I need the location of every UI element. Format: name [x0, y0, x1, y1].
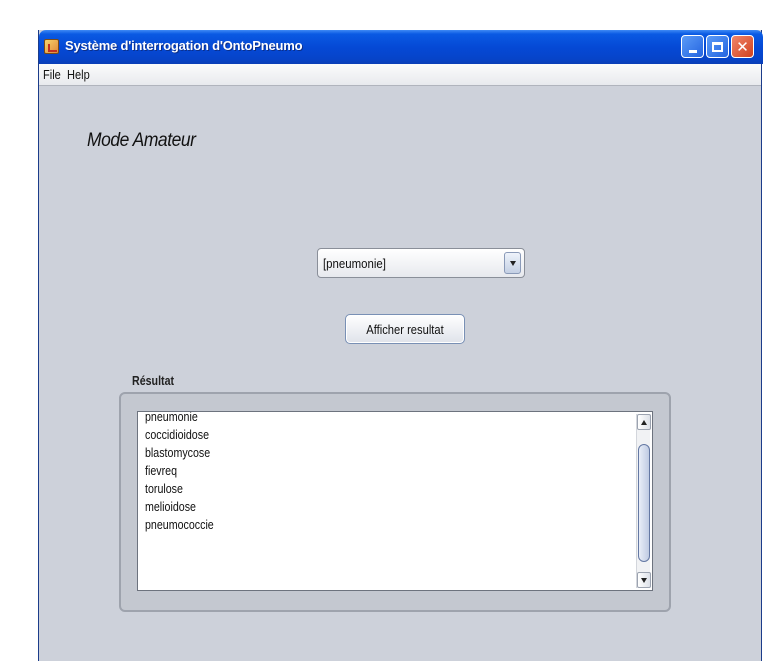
close-icon: ✕	[736, 37, 749, 56]
scroll-up-icon[interactable]	[637, 414, 651, 430]
maximize-icon	[712, 41, 723, 52]
menu-file[interactable]: File	[43, 67, 61, 82]
menu-bar: File Help	[39, 64, 761, 86]
app-window: Système d'interrogation d'OntoPneumo ✕ F…	[38, 30, 763, 661]
list-item[interactable]: pneumococcie	[145, 516, 539, 534]
show-result-button[interactable]: Afficher resultat	[345, 314, 465, 344]
close-button[interactable]: ✕	[731, 35, 754, 58]
chevron-down-icon[interactable]	[504, 252, 521, 274]
scroll-thumb[interactable]	[638, 444, 650, 562]
list-item[interactable]: fievreq	[145, 462, 539, 480]
result-items: pneumonie coccidioidose blastomycose fie…	[145, 412, 625, 534]
combo-selected-value: [pneumonie]	[323, 256, 386, 271]
list-item[interactable]: pneumonie	[145, 412, 539, 426]
minimize-button[interactable]	[681, 35, 704, 58]
list-item[interactable]: melioidose	[145, 498, 539, 516]
vertical-scrollbar[interactable]	[636, 414, 651, 588]
list-item[interactable]: torulose	[145, 480, 539, 498]
result-list[interactable]: pneumonie coccidioidose blastomycose fie…	[137, 411, 653, 591]
list-item[interactable]: coccidioidose	[145, 426, 539, 444]
list-item[interactable]: blastomycose	[145, 444, 539, 462]
java-cup-icon	[44, 39, 59, 54]
menu-help[interactable]: Help	[67, 67, 90, 82]
query-combo-box[interactable]: [pneumonie]	[317, 248, 525, 278]
show-result-label: Afficher resultat	[366, 322, 444, 337]
window-title: Système d'interrogation d'OntoPneumo	[65, 38, 303, 53]
title-bar[interactable]: Système d'interrogation d'OntoPneumo ✕	[39, 30, 763, 64]
mode-title: Mode Amateur	[87, 130, 196, 151]
maximize-button[interactable]	[706, 35, 729, 58]
minimize-icon	[688, 49, 697, 53]
result-section-label: Résultat	[132, 373, 175, 388]
result-panel: pneumonie coccidioidose blastomycose fie…	[119, 392, 671, 612]
scroll-down-icon[interactable]	[637, 572, 651, 588]
